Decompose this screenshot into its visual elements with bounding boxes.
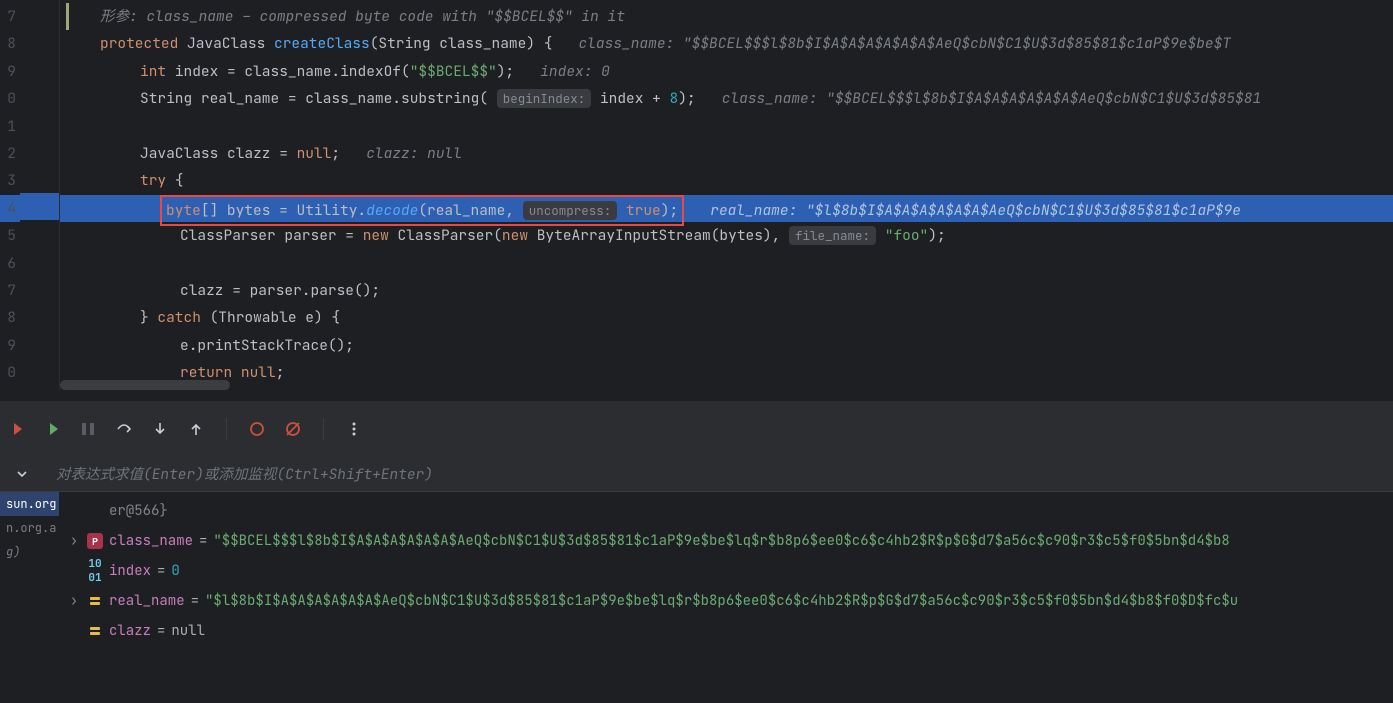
- eval-collapse[interactable]: [0, 456, 44, 492]
- expand-icon[interactable]: ›: [67, 532, 81, 550]
- object-icon: [87, 623, 103, 639]
- inline-hint: class_name: "$$BCEL$$$l$8b$I$A$A$A$A$A$A…: [579, 34, 1232, 53]
- this-ref-row: er@566}: [59, 496, 1393, 526]
- view-breakpoints-icon[interactable]: [249, 421, 265, 437]
- var-row[interactable]: clazz = null: [59, 616, 1393, 646]
- chevron-down-icon: [16, 468, 28, 480]
- line-number-gutter: 7890123 4 567890: [0, 0, 20, 390]
- step-over-icon[interactable]: [116, 421, 132, 437]
- step-into-icon[interactable]: [152, 421, 168, 437]
- var-row[interactable]: › real_name = "$l$8b$I$A$A$A$A$A$A$AeQ$c…: [59, 586, 1393, 616]
- code-editor[interactable]: 7890123 4 567890 形参: class_name – compre…: [0, 0, 1393, 390]
- code-area[interactable]: 形参: class_name – compressed byte code wi…: [60, 0, 1393, 390]
- binary-icon: 1001: [87, 563, 103, 579]
- var-row[interactable]: › P class_name = "$$BCEL$$$l$8b$I$A$A$A$…: [59, 526, 1393, 556]
- pause-icon[interactable]: [80, 421, 96, 437]
- more-icon[interactable]: [346, 421, 362, 437]
- editor-hscroll[interactable]: [60, 380, 230, 390]
- debugger-panel: sun.org.apache.bcel.internal.util) n.org…: [0, 492, 1393, 702]
- var-row[interactable]: 1001 index = 0: [59, 556, 1393, 586]
- stack-frame-sel[interactable]: sun.org.apache.bcel.internal.util): [0, 492, 59, 516]
- doc-comment: 形参: class_name – compressed byte code wi…: [80, 7, 625, 26]
- debug-toolbar: [0, 400, 1393, 456]
- param-icon: P: [87, 533, 103, 549]
- variables-panel[interactable]: er@566} › P class_name = "$$BCEL$$$l$8b$…: [59, 492, 1393, 702]
- evaluate-expression-input[interactable]: 对表达式求值(Enter)或添加监视(Ctrl+Shift+Enter): [44, 456, 1393, 492]
- expand-icon[interactable]: ›: [67, 592, 81, 610]
- frames-panel[interactable]: sun.org.apache.bcel.internal.util) n.org…: [0, 492, 59, 702]
- mute-breakpoints-icon[interactable]: [285, 421, 301, 437]
- rerun-icon[interactable]: [8, 421, 24, 437]
- resume-icon[interactable]: [44, 421, 60, 437]
- fold-gutter[interactable]: [20, 0, 60, 390]
- string-icon: [87, 593, 103, 609]
- execution-line: byte[] bytes = Utility.decode(real_name,…: [60, 195, 1393, 222]
- step-out-icon[interactable]: [188, 421, 204, 437]
